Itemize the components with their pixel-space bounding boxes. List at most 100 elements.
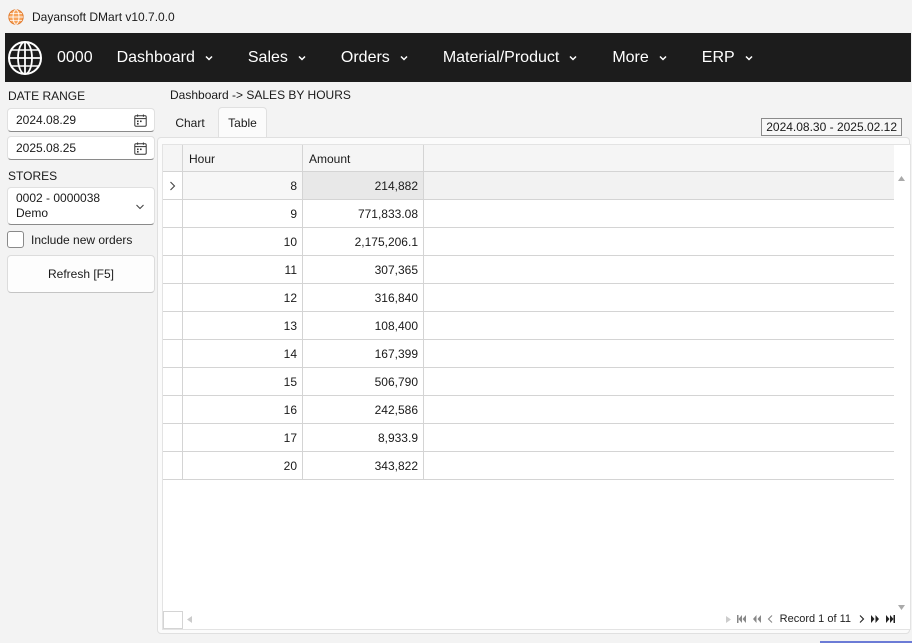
first-record-icon[interactable] bbox=[736, 615, 746, 623]
calendar-icon[interactable] bbox=[134, 142, 147, 155]
row-fill bbox=[424, 256, 894, 283]
tab-table-label: Table bbox=[228, 116, 257, 130]
scroll-down-arrow-icon[interactable] bbox=[898, 605, 905, 610]
date-range-badge: 2024.08.30 - 2025.02.12 bbox=[761, 118, 902, 136]
row-fill bbox=[424, 228, 894, 255]
date-to-picker[interactable]: 2025.08.25 bbox=[7, 136, 155, 160]
include-new-orders-checkbox[interactable] bbox=[7, 231, 24, 248]
include-new-orders-row[interactable]: Include new orders bbox=[7, 231, 132, 248]
date-range-label: DATE RANGE bbox=[8, 89, 86, 103]
chevron-down-icon bbox=[569, 55, 577, 61]
nav-material-product[interactable]: Material/Product bbox=[443, 49, 579, 67]
table-row[interactable]: 14 167,399 bbox=[163, 340, 894, 368]
cell-amount[interactable]: 771,833.08 bbox=[303, 200, 424, 227]
next-page-icon[interactable] bbox=[871, 615, 880, 623]
filter-sidebar: DATE RANGE 2024.08.29 2025.08.25 STORES … bbox=[0, 82, 160, 643]
table-row[interactable]: 11 307,365 bbox=[163, 256, 894, 284]
app-globe-icon bbox=[8, 8, 24, 25]
row-fill bbox=[424, 452, 894, 479]
row-fill bbox=[424, 284, 894, 311]
row-selector[interactable] bbox=[163, 452, 183, 479]
column-header-hour[interactable]: Hour bbox=[183, 145, 303, 172]
cell-hour[interactable]: 15 bbox=[183, 368, 303, 395]
store-line-2: Demo bbox=[16, 206, 49, 220]
cell-hour[interactable]: 12 bbox=[183, 284, 303, 311]
last-record-icon[interactable] bbox=[886, 615, 895, 623]
cell-hour[interactable]: 14 bbox=[183, 340, 303, 367]
store-line-1: 0002 - 0000038 bbox=[16, 191, 101, 205]
calendar-icon[interactable] bbox=[134, 114, 147, 127]
include-new-orders-label: Include new orders bbox=[31, 232, 133, 247]
cell-amount[interactable]: 214,882 bbox=[303, 172, 424, 199]
row-selector[interactable] bbox=[163, 172, 183, 199]
table-row[interactable]: 17 8,933.9 bbox=[163, 424, 894, 452]
table-row[interactable]: 9 771,833.08 bbox=[163, 200, 894, 228]
cell-hour[interactable]: 10 bbox=[183, 228, 303, 255]
row-fill bbox=[424, 200, 894, 227]
table-row[interactable]: 13 108,400 bbox=[163, 312, 894, 340]
table-row[interactable]: 12 316,840 bbox=[163, 284, 894, 312]
row-selector[interactable] bbox=[163, 340, 183, 367]
cell-amount[interactable]: 8,933.9 bbox=[303, 424, 424, 451]
cell-amount[interactable]: 2,175,206.1 bbox=[303, 228, 424, 255]
cell-hour[interactable]: 16 bbox=[183, 396, 303, 423]
grid-rows: 8 214,882 9 771,833.08 10 2,175,206.1 11 307,36… bbox=[163, 172, 894, 480]
grid-header: Hour Amount bbox=[163, 145, 894, 172]
table-row[interactable]: 16 242,586 bbox=[163, 396, 894, 424]
cell-amount[interactable]: 167,399 bbox=[303, 340, 424, 367]
nav-erp[interactable]: ERP bbox=[702, 49, 754, 67]
refresh-button[interactable]: Refresh [F5] bbox=[7, 255, 155, 293]
row-selector[interactable] bbox=[163, 284, 183, 311]
cell-amount[interactable]: 343,822 bbox=[303, 452, 424, 479]
nav-sales[interactable]: Sales bbox=[248, 49, 307, 67]
tab-table[interactable]: Table bbox=[218, 107, 267, 138]
cell-amount[interactable]: 316,840 bbox=[303, 284, 424, 311]
table-row[interactable]: 10 2,175,206.1 bbox=[163, 228, 894, 256]
row-selector[interactable] bbox=[163, 228, 183, 255]
globe-logo-icon[interactable] bbox=[7, 40, 43, 76]
nav-dashboard-label: Dashboard bbox=[116, 48, 195, 66]
row-fill bbox=[424, 340, 894, 367]
row-selector[interactable] bbox=[163, 312, 183, 339]
chevron-down-icon bbox=[659, 55, 667, 61]
cell-amount[interactable]: 108,400 bbox=[303, 312, 424, 339]
nav-more[interactable]: More bbox=[612, 49, 667, 67]
scroll-left-arrow-icon[interactable] bbox=[187, 616, 192, 623]
cell-hour[interactable]: 20 bbox=[183, 452, 303, 479]
chevron-down-icon bbox=[136, 204, 144, 210]
tab-chart[interactable]: Chart bbox=[167, 107, 213, 138]
nav-dashboard[interactable]: Dashboard bbox=[117, 49, 214, 67]
cell-hour[interactable]: 8 bbox=[183, 172, 303, 199]
date-from-picker[interactable]: 2024.08.29 bbox=[7, 108, 155, 132]
cell-hour[interactable]: 17 bbox=[183, 424, 303, 451]
nav-orders[interactable]: Orders bbox=[341, 49, 409, 67]
nav-orders-label: Orders bbox=[340, 48, 390, 66]
scroll-right-arrow-icon[interactable] bbox=[725, 615, 731, 623]
store-select[interactable]: 0002 - 0000038 Demo bbox=[7, 187, 155, 225]
vertical-scrollbar[interactable] bbox=[893, 172, 910, 612]
cell-amount[interactable]: 307,365 bbox=[303, 256, 424, 283]
row-selector[interactable] bbox=[163, 200, 183, 227]
cell-hour[interactable]: 9 bbox=[183, 200, 303, 227]
scroll-up-arrow-icon[interactable] bbox=[898, 176, 905, 181]
table-row[interactable]: 8 214,882 bbox=[163, 172, 894, 200]
table-row[interactable]: 15 506,790 bbox=[163, 368, 894, 396]
cell-amount[interactable]: 506,790 bbox=[303, 368, 424, 395]
nav-erp-label: ERP bbox=[701, 48, 735, 66]
cell-hour[interactable]: 11 bbox=[183, 256, 303, 283]
previous-record-icon[interactable] bbox=[767, 615, 773, 623]
column-header-amount[interactable]: Amount bbox=[303, 145, 424, 172]
previous-page-icon[interactable] bbox=[752, 615, 761, 623]
row-selector[interactable] bbox=[163, 368, 183, 395]
cell-amount[interactable]: 242,586 bbox=[303, 396, 424, 423]
table-row[interactable]: 20 343,822 bbox=[163, 452, 894, 480]
row-selector[interactable] bbox=[163, 396, 183, 423]
chevron-down-icon bbox=[745, 55, 753, 61]
row-selector[interactable] bbox=[163, 256, 183, 283]
cell-hour[interactable]: 13 bbox=[183, 312, 303, 339]
store-code[interactable]: 0000 bbox=[57, 49, 93, 67]
main-navbar: 0000 Dashboard Sales Orders Material/Pro… bbox=[5, 33, 911, 82]
next-record-icon[interactable] bbox=[859, 615, 865, 623]
row-selector[interactable] bbox=[163, 424, 183, 451]
header-fill bbox=[424, 145, 894, 171]
